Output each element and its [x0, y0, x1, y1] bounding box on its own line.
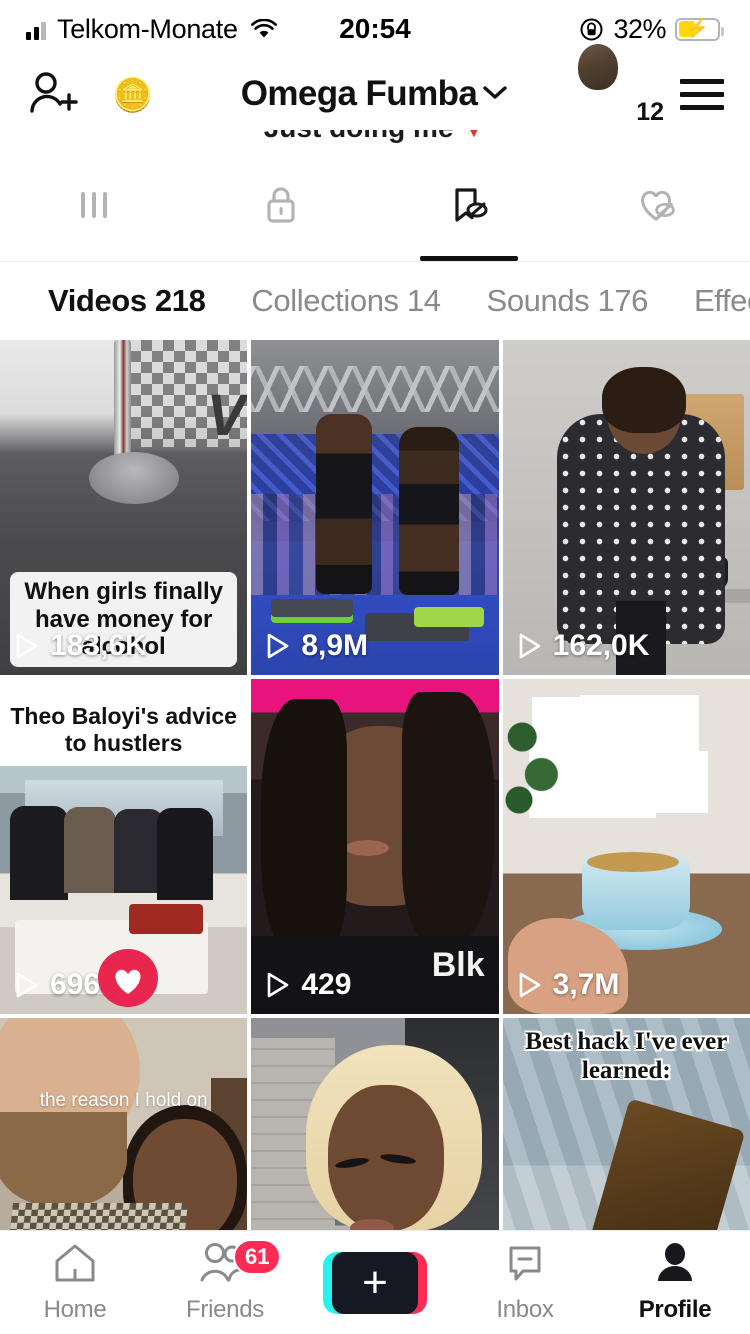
play-icon [517, 632, 543, 660]
nav-item-inbox[interactable]: Inbox [450, 1231, 600, 1334]
sub-tab-bar[interactable]: Videos 218 Collections 14 Sounds 176 Eff… [0, 262, 750, 340]
bio-text: Just doing me [264, 130, 454, 143]
video-view-count-row: 3,7M [517, 968, 620, 1002]
chevron-down-icon [481, 83, 509, 106]
sub-tab-effects[interactable]: Effects 3 [694, 283, 750, 319]
grid-bars-icon [72, 183, 116, 232]
username-label: Omega Fumba [240, 74, 478, 113]
status-bar-left: Telkom-Monate [26, 14, 277, 45]
carrier-label: Telkom-Monate [57, 13, 238, 44]
video-thumbnail[interactable]: 8,9M [251, 340, 499, 675]
video-thumbnail[interactable]: V When girls finally have money for alco… [0, 340, 248, 675]
coins-icon[interactable]: 🪙 [112, 78, 153, 111]
nav-item-create[interactable]: + [300, 1231, 450, 1334]
tab-liked-hidden[interactable] [563, 154, 750, 261]
video-thumbnail[interactable]: 162,0K [502, 340, 750, 675]
view-count-label: 8,9M [301, 629, 369, 662]
nav-item-profile[interactable]: Profile [600, 1231, 750, 1334]
play-icon [14, 971, 40, 999]
sub-tab-sounds[interactable]: Sounds 176 [487, 283, 649, 319]
bio-emoji: ▼ [462, 130, 487, 143]
video-caption: Best hack I've ever learned: [525, 1028, 728, 1084]
wifi-icon [250, 18, 277, 39]
inbox-message-icon [501, 1241, 549, 1290]
status-bar-right: 32% ⚡ [579, 13, 724, 45]
thumbnail-image [502, 679, 750, 1014]
video-caption: the reason I hold on [39, 1090, 208, 1111]
battery-percent-label: 32% [613, 13, 666, 44]
nav-label-profile: Profile [638, 1296, 712, 1323]
tab-private[interactable] [188, 154, 376, 261]
nav-item-friends[interactable]: 61 Friends [150, 1231, 300, 1334]
tab-grid[interactable] [0, 154, 188, 261]
profile-header: 🪙 Omega Fumba 12 [0, 44, 750, 130]
status-bar: Telkom-Monate 20:54 32% ⚡ [0, 0, 750, 58]
signal-bars-icon [26, 19, 46, 40]
nav-label-friends: Friends [186, 1296, 264, 1323]
video-thumbnail[interactable]: 429 [251, 679, 499, 1014]
heart-hidden-icon [632, 182, 680, 233]
avatar-badge: 12 [636, 98, 664, 126]
active-tab-underline [419, 256, 518, 261]
header-right-actions: 12 [578, 44, 724, 125]
video-view-count-row: 183,6K [14, 629, 147, 663]
header-left-actions: 🪙 [26, 70, 153, 118]
play-icon [265, 971, 291, 999]
rotation-lock-icon [579, 17, 604, 42]
view-count-label: 183,6K [50, 629, 147, 662]
view-count-label: 429 [301, 968, 352, 1001]
thumbnail-image [251, 679, 499, 1014]
nav-item-home[interactable]: Home [0, 1231, 150, 1334]
lock-icon [259, 182, 303, 233]
video-thumbnail[interactable]: 3,7M [502, 679, 750, 1014]
play-icon [265, 632, 291, 660]
nav-label-home: Home [43, 1296, 107, 1323]
video-view-count-row: 162,0K [517, 629, 650, 663]
view-count-label: 3,7M [552, 968, 620, 1001]
battery-charging-icon: ⚡ [675, 17, 724, 41]
video-view-count-row: 8,9M [265, 629, 368, 663]
bio-text-row: Just doing me ▼ [0, 130, 750, 144]
video-view-count-row: 429 [265, 968, 351, 1002]
video-grid: V When girls finally have money for alco… [0, 340, 750, 1334]
create-plus-icon[interactable]: + [323, 1251, 427, 1314]
sub-tab-videos[interactable]: Videos 218 [48, 283, 206, 319]
video-thumbnail[interactable]: Theo Baloyi's advice to hustlers 6968 [0, 679, 248, 1014]
sub-tab-collections[interactable]: Collections 14 [251, 283, 441, 319]
view-count-label: 162,0K [552, 629, 650, 662]
friends-badge: 61 [233, 1239, 282, 1275]
bookmark-hidden-icon [445, 182, 493, 233]
hamburger-menu-icon[interactable] [680, 78, 724, 110]
thumbnail-image [502, 340, 750, 675]
avatar[interactable]: 12 [578, 44, 664, 125]
home-icon [51, 1241, 99, 1290]
profile-tab-bar [0, 154, 750, 262]
nav-label-inbox: Inbox [496, 1296, 554, 1323]
bio-strip: Just doing me ▼ [0, 130, 750, 154]
profile-person-icon [651, 1241, 699, 1290]
play-icon [517, 971, 543, 999]
add-person-icon[interactable] [26, 70, 78, 118]
thumbnail-image [251, 340, 499, 675]
heart-sticker-icon [96, 948, 160, 1008]
bottom-navigation-bar: Home 61 Friends + Inbox Profile [0, 1230, 750, 1334]
tiktok-profile-screen: Telkom-Monate 20:54 32% ⚡ 🪙 Omega Fumba … [0, 0, 750, 1334]
video-caption: Theo Baloyi's advice to hustlers [0, 695, 248, 765]
play-icon [14, 632, 40, 660]
tab-saved-private[interactable] [375, 154, 563, 261]
